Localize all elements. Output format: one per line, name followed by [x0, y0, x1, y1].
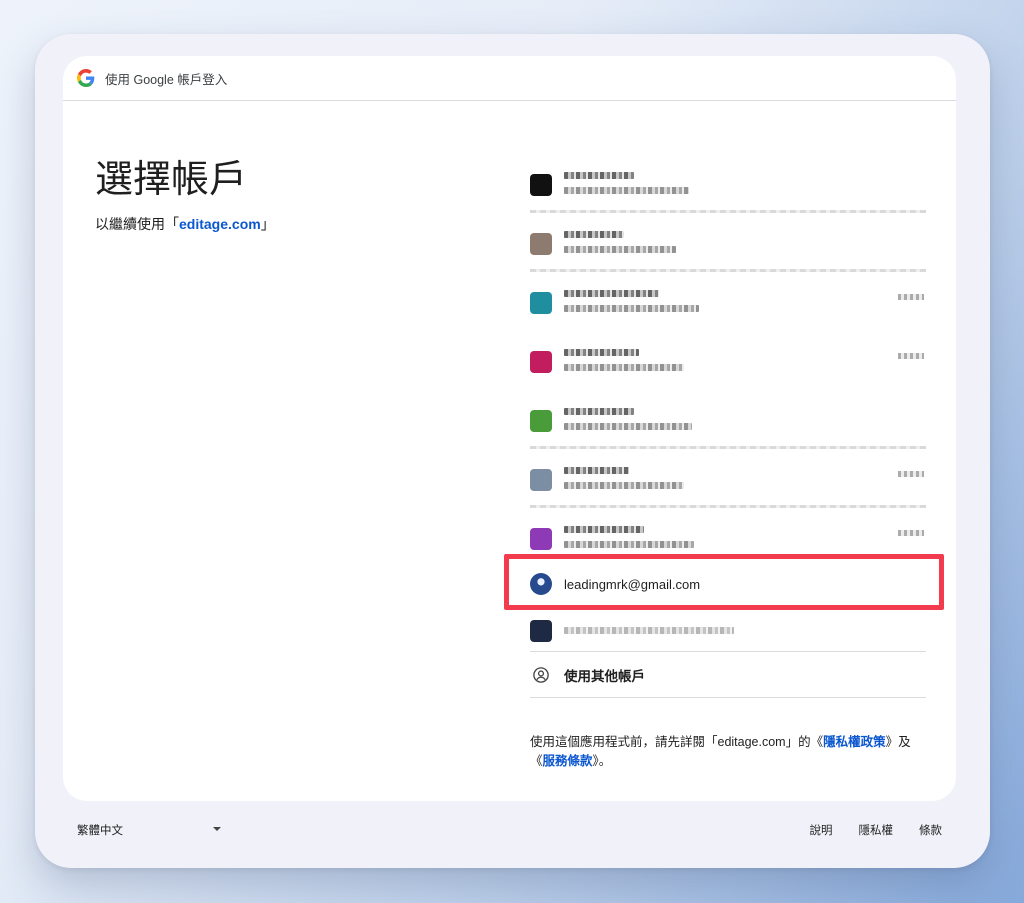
footer: 繁體中文 說明 隱私權 條款 — [63, 817, 956, 841]
app-domain-link[interactable]: editage.com — [179, 216, 261, 232]
subtitle-suffix: 」 — [260, 216, 275, 232]
account-email-blurred — [564, 246, 676, 253]
account-name-blurred — [564, 349, 639, 356]
account-circle-icon — [533, 667, 549, 683]
account-row[interactable] — [530, 614, 926, 652]
privacy-link[interactable]: 隱私權 — [859, 822, 894, 838]
use-another-account-label: 使用其他帳戶 — [564, 669, 645, 684]
chevron-down-icon[interactable] — [213, 827, 221, 831]
avatar — [530, 292, 552, 314]
privacy-policy-link[interactable]: 隱私權政策 — [823, 735, 886, 749]
avatar — [530, 351, 552, 373]
terms-link[interactable]: 條款 — [919, 822, 942, 838]
account-status-blurred — [898, 471, 924, 477]
header-title: 使用 Google 帳戶登入 — [105, 72, 228, 87]
avatar — [530, 233, 552, 255]
use-another-account-button[interactable]: 使用其他帳戶 — [530, 653, 926, 698]
terms-of-service-link[interactable]: 服務條款 — [543, 754, 593, 768]
account-status-blurred — [898, 294, 924, 300]
avatar — [530, 469, 552, 491]
account-email: leadingmrk@gmail.com — [564, 576, 701, 592]
google-g-icon — [77, 69, 95, 87]
help-link[interactable]: 說明 — [810, 822, 833, 838]
subtitle-prefix: 以繼續使用「 — [95, 216, 179, 232]
card-header: 使用 Google 帳戶登入 — [63, 56, 956, 101]
account-list — [530, 154, 926, 567]
account-email-blurred — [564, 187, 689, 194]
consent-text: 使用這個應用程式前，請先詳閱「editage.com」的《隱私權政策》及《服務條… — [530, 733, 930, 771]
account-status-blurred — [898, 530, 924, 536]
account-email-blurred — [564, 482, 684, 489]
account-status-blurred — [898, 353, 924, 359]
account-row-selected[interactable]: leadingmrk@gmail.com — [530, 570, 700, 598]
page-subtitle: 以繼續使用「editage.com」 — [95, 214, 275, 234]
account-name-blurred — [564, 467, 629, 474]
account-row[interactable] — [530, 331, 926, 390]
account-row[interactable] — [530, 272, 926, 331]
avatar — [530, 410, 552, 432]
consent-prefix: 使用這個應用程式前，請先詳閱「editage.com」的《 — [530, 735, 824, 749]
account-row[interactable] — [530, 154, 926, 213]
account-name-blurred — [564, 290, 659, 297]
avatar — [530, 620, 552, 642]
account-row[interactable] — [530, 390, 926, 449]
account-name-blurred — [564, 172, 634, 179]
account-email-blurred — [564, 364, 684, 371]
footer-links: 說明 隱私權 條款 — [810, 822, 943, 838]
avatar — [530, 573, 552, 595]
avatar — [530, 528, 552, 550]
language-selector[interactable]: 繁體中文 — [77, 822, 123, 838]
account-name-blurred — [564, 408, 634, 415]
consent-suffix: 》。 — [592, 754, 612, 768]
account-email-blurred — [564, 627, 734, 634]
account-name-blurred — [564, 231, 624, 238]
account-email-blurred — [564, 423, 692, 430]
account-row[interactable] — [530, 449, 926, 508]
account-row[interactable] — [530, 213, 926, 272]
account-name-blurred — [564, 526, 644, 533]
page-title: 選擇帳戶 — [95, 159, 248, 201]
avatar — [530, 174, 552, 196]
account-email-blurred — [564, 541, 694, 548]
account-email-blurred — [564, 305, 699, 312]
